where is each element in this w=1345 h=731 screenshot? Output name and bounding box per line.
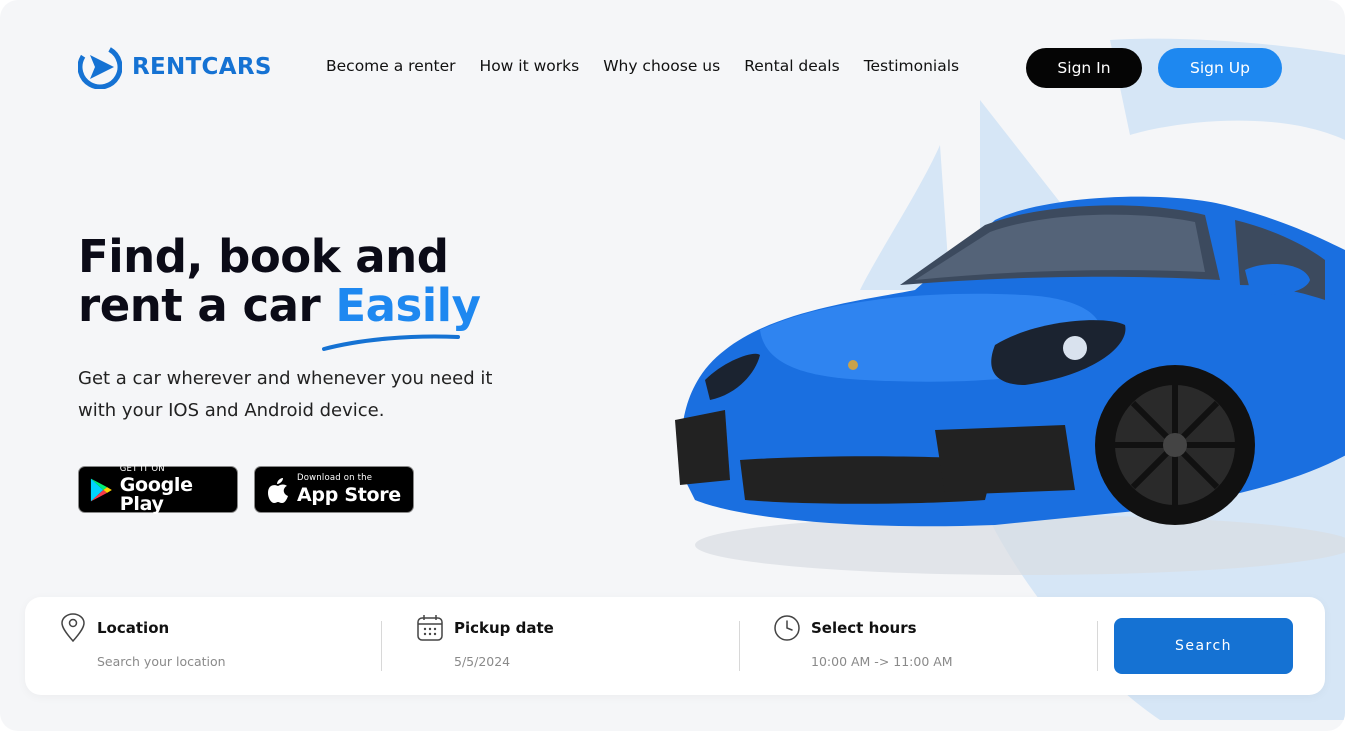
brand-name: RENTCARS xyxy=(132,54,272,80)
pickup-date-field[interactable]: Pickup date 5/5/2024 xyxy=(417,597,717,695)
location-input[interactable]: Search your location xyxy=(97,654,226,669)
location-field[interactable]: Location Search your location xyxy=(60,597,360,695)
hero-title-line2: rent a car xyxy=(78,279,336,332)
divider xyxy=(739,621,740,671)
nav-rental-deals[interactable]: Rental deals xyxy=(744,57,840,75)
google-play-icon xyxy=(90,478,112,501)
pickup-date-label: Pickup date xyxy=(454,619,554,637)
sign-in-button[interactable]: Sign In xyxy=(1026,48,1142,88)
logo-icon xyxy=(78,45,122,89)
search-button[interactable]: Search xyxy=(1114,618,1293,674)
nav-how-it-works[interactable]: How it works xyxy=(480,57,580,75)
app-store-big-text: App Store xyxy=(297,483,401,506)
search-bar: Location Search your location Pickup dat… xyxy=(25,597,1325,695)
google-play-small-text: GET IT ON xyxy=(119,463,165,474)
select-hours-value[interactable]: 10:00 AM -> 11:00 AM xyxy=(811,654,953,669)
select-hours-field[interactable]: Select hours 10:00 AM -> 11:00 AM xyxy=(774,597,1074,695)
nav-become-renter[interactable]: Become a renter xyxy=(326,57,456,75)
google-play-button[interactable]: GET IT ON Google Play xyxy=(78,463,238,516)
google-play-big-text: Google Play xyxy=(119,474,193,516)
pickup-date-value[interactable]: 5/5/2024 xyxy=(454,654,510,669)
hero-title: Find, book and rent a car Easily xyxy=(78,230,481,332)
app-store-button[interactable]: Download on the App Store xyxy=(254,466,414,513)
hero-subtitle: Get a car wherever and whenever you need… xyxy=(78,368,493,421)
hero-title-accent: Easily xyxy=(335,279,481,332)
accent-underline xyxy=(322,334,460,351)
app-store-small-text: Download on the xyxy=(297,473,373,484)
car-image xyxy=(675,196,1345,575)
divider xyxy=(381,621,382,671)
nav-testimonials[interactable]: Testimonials xyxy=(864,57,959,75)
page: RENTCARS Become a renter How it works Wh… xyxy=(0,0,1345,731)
main-nav: Become a renter How it works Why choose … xyxy=(326,57,959,75)
hero-title-line1: Find, book and xyxy=(78,230,449,283)
select-hours-label: Select hours xyxy=(811,619,917,637)
nav-why-choose-us[interactable]: Why choose us xyxy=(603,57,720,75)
logo[interactable]: RENTCARS xyxy=(78,45,272,89)
calendar-icon xyxy=(417,615,443,641)
apple-icon xyxy=(268,477,288,503)
location-label: Location xyxy=(97,619,170,637)
clock-icon xyxy=(774,615,800,641)
sign-up-button[interactable]: Sign Up xyxy=(1158,48,1282,88)
location-pin-icon xyxy=(61,613,85,643)
divider xyxy=(1097,621,1098,671)
